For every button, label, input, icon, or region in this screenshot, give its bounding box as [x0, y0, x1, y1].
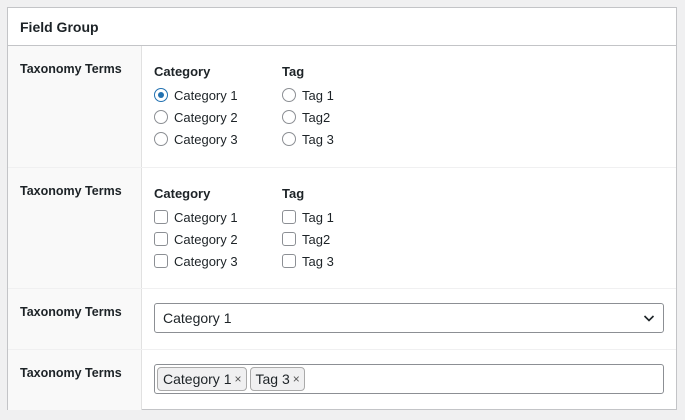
field-label: Taxonomy Terms [8, 289, 142, 349]
checkbox[interactable] [282, 254, 296, 268]
radio-group-tag: Tag Tag 1 Tag2 Tag 3 [282, 64, 410, 150]
checkbox[interactable] [154, 232, 168, 246]
option-label: Tag2 [302, 231, 331, 247]
remove-tag-icon[interactable]: × [234, 373, 241, 385]
panel-title: Field Group [8, 8, 676, 46]
remove-tag-icon[interactable]: × [293, 373, 300, 385]
selected-tag: Tag 3 × [249, 367, 305, 391]
checkbox[interactable] [282, 210, 296, 224]
checkbox-option-category-2[interactable]: Category 2 [154, 228, 282, 250]
checkbox[interactable] [282, 232, 296, 246]
radio-button[interactable] [282, 132, 296, 146]
option-label: Category 1 [174, 87, 238, 103]
checkbox-field: Category Category 1 Category 2 Category … [142, 168, 676, 288]
taxonomy-select[interactable]: Category 1 [154, 303, 664, 333]
tag-label: Tag 3 [255, 371, 290, 387]
checkbox-group-tag: Tag Tag 1 Tag2 Tag 3 [282, 186, 410, 272]
field-label: Taxonomy Terms [8, 168, 142, 288]
radio-option-category-2[interactable]: Category 2 [154, 106, 282, 128]
select-value: Category 1 [163, 310, 232, 326]
checkbox[interactable] [154, 210, 168, 224]
column-title: Category [154, 186, 211, 201]
checkbox[interactable] [154, 254, 168, 268]
radio-group-category: Category Category 1 Category 2 Category … [154, 64, 282, 150]
field-row-checkbox: Taxonomy Terms Category Category 1 Categ… [8, 167, 676, 288]
option-label: Tag 1 [302, 87, 334, 103]
radio-option-category-1[interactable]: Category 1 [154, 84, 282, 106]
checkbox-option-tag-1[interactable]: Tag 1 [282, 206, 410, 228]
option-label: Category 2 [174, 109, 238, 125]
radio-button[interactable] [154, 132, 168, 146]
radio-option-tag-2[interactable]: Tag2 [282, 106, 410, 128]
checkbox-option-tag-3[interactable]: Tag 3 [282, 250, 410, 272]
column-title: Tag [282, 64, 305, 79]
radio-option-tag-3[interactable]: Tag 3 [282, 128, 410, 150]
option-label: Category 3 [174, 253, 238, 269]
option-label: Tag 1 [302, 209, 334, 225]
checkbox-option-category-3[interactable]: Category 3 [154, 250, 282, 272]
tag-label: Category 1 [163, 371, 232, 387]
checkbox-option-tag-2[interactable]: Tag2 [282, 228, 410, 250]
chevron-down-icon [643, 315, 655, 322]
select-field: Category 1 [142, 289, 676, 349]
selected-tag: Category 1 × [157, 367, 247, 391]
field-group-panel: Field Group Taxonomy Terms Category Cate… [7, 7, 677, 410]
column-title: Category [154, 64, 211, 79]
radio-option-tag-1[interactable]: Tag 1 [282, 84, 410, 106]
radio-button[interactable] [154, 88, 168, 102]
radio-option-category-3[interactable]: Category 3 [154, 128, 282, 150]
field-row-select: Taxonomy Terms Category 1 [8, 288, 676, 349]
radio-button[interactable] [282, 110, 296, 124]
field-row-multiselect: Taxonomy Terms Category 1 × Tag 3 × [8, 349, 676, 410]
field-label: Taxonomy Terms [8, 350, 142, 410]
column-title: Tag [282, 186, 305, 201]
radio-button[interactable] [282, 88, 296, 102]
radio-button[interactable] [154, 110, 168, 124]
multiselect-field: Category 1 × Tag 3 × [142, 350, 676, 410]
option-label: Category 2 [174, 231, 238, 247]
taxonomy-multiselect[interactable]: Category 1 × Tag 3 × [154, 364, 664, 394]
checkbox-group-category: Category Category 1 Category 2 Category … [154, 186, 282, 272]
option-label: Category 1 [174, 209, 238, 225]
field-row-radio: Taxonomy Terms Category Category 1 Categ… [8, 46, 676, 167]
field-label: Taxonomy Terms [8, 46, 142, 167]
option-label: Category 3 [174, 131, 238, 147]
radio-field: Category Category 1 Category 2 Category … [142, 46, 676, 167]
option-label: Tag 3 [302, 253, 334, 269]
option-label: Tag2 [302, 109, 331, 125]
option-label: Tag 3 [302, 131, 334, 147]
checkbox-option-category-1[interactable]: Category 1 [154, 206, 282, 228]
